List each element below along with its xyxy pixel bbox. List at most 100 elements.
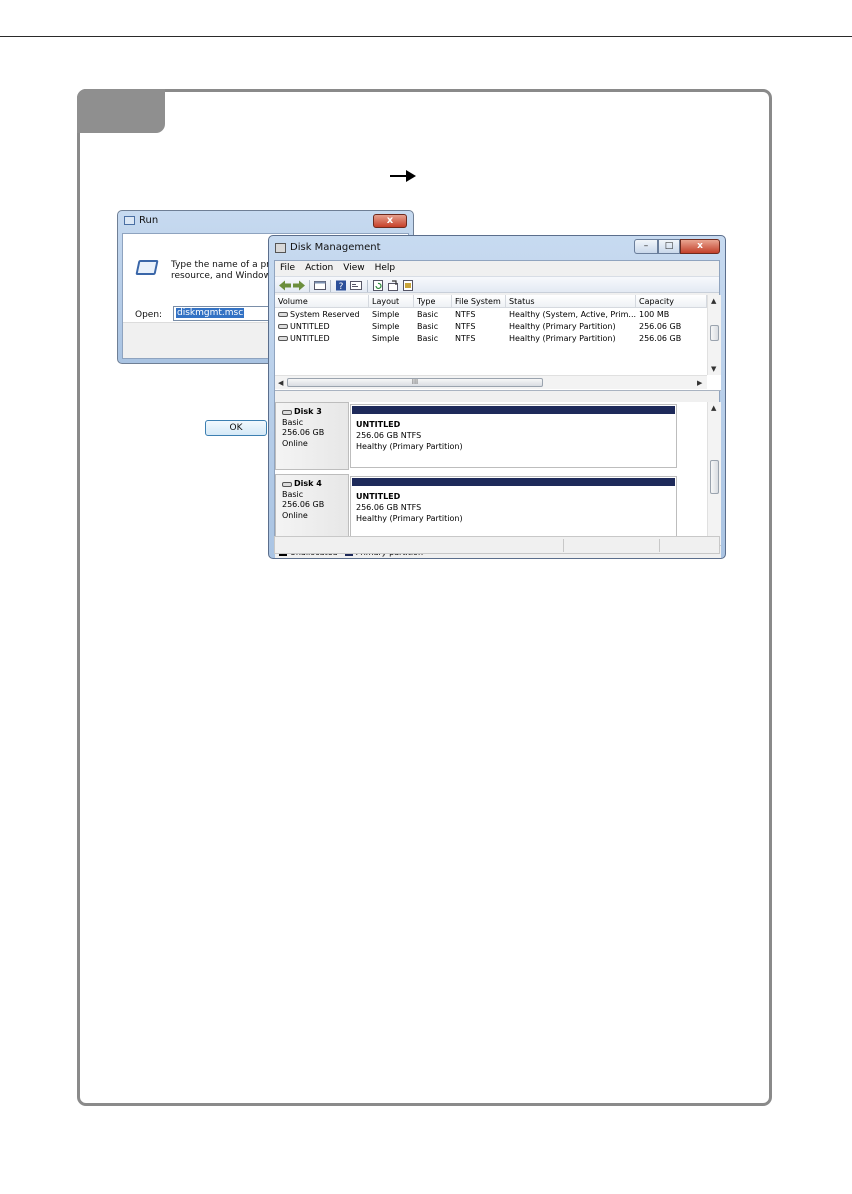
cell-volume-text: UNTITLED bbox=[290, 322, 330, 331]
disk-vertical-scrollbar[interactable]: ▲ ▼ bbox=[707, 402, 721, 545]
right-arrow-icon bbox=[390, 170, 416, 182]
cell-type: Basic bbox=[417, 322, 439, 331]
cell-type: Basic bbox=[417, 310, 439, 319]
partition-size: 256.06 GB NTFS bbox=[356, 503, 422, 512]
menu-action[interactable]: Action bbox=[300, 261, 338, 275]
cell-status: Healthy (System, Active, Prim... bbox=[509, 310, 636, 319]
close-button[interactable]: x bbox=[680, 239, 720, 254]
partition-block[interactable]: UNTITLED 256.06 GB NTFS Healthy (Primary… bbox=[350, 476, 677, 540]
disk-icon bbox=[282, 409, 292, 415]
minimize-button[interactable]: – bbox=[634, 239, 658, 254]
open-input-value: diskmgmt.msc bbox=[176, 308, 245, 318]
section-tab bbox=[77, 89, 165, 133]
column-volume[interactable]: Volume bbox=[275, 295, 369, 308]
drive-icon bbox=[278, 336, 288, 341]
run-close-button[interactable]: x bbox=[373, 214, 407, 228]
disk-name: Disk 3 bbox=[294, 407, 322, 416]
volume-row[interactable]: UNTITLED Simple Basic NTFS Healthy (Prim… bbox=[275, 333, 707, 345]
cell-capacity: 100 MB bbox=[639, 310, 670, 319]
partition-status: Healthy (Primary Partition) bbox=[356, 514, 463, 523]
dm-title-bar: Disk Management bbox=[275, 242, 381, 253]
disk-icon bbox=[282, 481, 292, 487]
cell-layout: Simple bbox=[372, 334, 400, 343]
toolbar-separator bbox=[309, 280, 310, 292]
scroll-down-icon[interactable]: ▼ bbox=[711, 365, 716, 373]
scroll-thumb[interactable] bbox=[710, 325, 719, 341]
partition-name: UNTITLED bbox=[356, 420, 401, 429]
cell-fs: NTFS bbox=[455, 322, 476, 331]
cell-status: Healthy (Primary Partition) bbox=[509, 322, 616, 331]
dm-title: Disk Management bbox=[290, 242, 381, 253]
ok-button[interactable]: OK bbox=[205, 420, 267, 436]
run-title: Run bbox=[139, 215, 159, 226]
disk-kind: Basic bbox=[282, 417, 304, 427]
open-label: Open: bbox=[135, 310, 163, 320]
menu-view[interactable]: View bbox=[338, 261, 369, 275]
toolbar-separator bbox=[330, 280, 331, 292]
back-arrow-icon[interactable] bbox=[279, 280, 291, 291]
column-type[interactable]: Type bbox=[414, 295, 452, 308]
disk-management-window: Disk Management – □ x File Action View H… bbox=[268, 235, 726, 559]
status-bar bbox=[274, 536, 720, 554]
console-tree-icon[interactable] bbox=[314, 280, 326, 291]
partition-bar bbox=[352, 406, 675, 414]
volume-row[interactable]: System Reserved Simple Basic NTFS Health… bbox=[275, 309, 707, 321]
partition-bar bbox=[352, 478, 675, 486]
disk-size: 256.06 GB bbox=[282, 428, 325, 437]
disk-name: Disk 4 bbox=[294, 479, 322, 488]
cell-status: Healthy (Primary Partition) bbox=[509, 334, 616, 343]
volume-vertical-scrollbar[interactable]: ▲ ▼ bbox=[707, 295, 721, 375]
cell-capacity: 256.06 GB bbox=[639, 322, 682, 331]
export-icon[interactable] bbox=[387, 280, 399, 291]
cell-layout: Simple bbox=[372, 322, 400, 331]
maximize-button[interactable]: □ bbox=[658, 239, 680, 254]
scroll-thumb[interactable] bbox=[710, 460, 719, 494]
volume-list-header: Volume Layout Type File System Status Ca… bbox=[275, 295, 707, 308]
column-capacity[interactable]: Capacity bbox=[636, 295, 707, 308]
column-layout[interactable]: Layout bbox=[369, 295, 414, 308]
volume-row[interactable]: UNTITLED Simple Basic NTFS Healthy (Prim… bbox=[275, 321, 707, 333]
scroll-left-icon[interactable]: ◀ bbox=[278, 379, 283, 387]
cell-type: Basic bbox=[417, 334, 439, 343]
horizontal-scroll-thumb[interactable]: III bbox=[287, 378, 543, 387]
volume-horizontal-scrollbar[interactable]: ◀ III ▶ bbox=[275, 375, 707, 389]
cell-volume-text: System Reserved bbox=[290, 310, 360, 319]
menu-file[interactable]: File bbox=[275, 261, 300, 275]
help-icon[interactable]: ? bbox=[335, 280, 347, 291]
partition-info: UNTITLED 256.06 GB NTFS Healthy (Primary… bbox=[356, 419, 463, 452]
partition-block[interactable]: UNTITLED 256.06 GB NTFS Healthy (Primary… bbox=[350, 404, 677, 468]
toolbar-separator bbox=[367, 280, 368, 292]
disk-label[interactable]: Disk 4 Basic 256.06 GB Online bbox=[275, 474, 349, 542]
refresh-icon[interactable] bbox=[372, 280, 384, 291]
run-icon bbox=[124, 216, 135, 225]
menu-help[interactable]: Help bbox=[370, 261, 401, 275]
cell-volume: System Reserved bbox=[275, 309, 369, 321]
drive-icon bbox=[278, 324, 288, 329]
partition-size: 256.06 GB NTFS bbox=[356, 431, 422, 440]
run-program-icon bbox=[135, 260, 159, 275]
forward-arrow-icon[interactable] bbox=[293, 280, 305, 291]
scroll-right-icon[interactable]: ▶ bbox=[697, 379, 702, 387]
drive-icon bbox=[278, 312, 288, 317]
disk-label[interactable]: Disk 3 Basic 256.06 GB Online bbox=[275, 402, 349, 470]
volume-list: Volume Layout Type File System Status Ca… bbox=[275, 295, 721, 391]
settings-icon[interactable] bbox=[402, 280, 414, 291]
top-rule bbox=[0, 36, 852, 37]
disk-management-icon bbox=[275, 242, 286, 253]
partition-status: Healthy (Primary Partition) bbox=[356, 442, 463, 451]
scroll-up-icon[interactable]: ▲ bbox=[711, 297, 716, 305]
status-separator bbox=[659, 539, 660, 552]
partition-info: UNTITLED 256.06 GB NTFS Healthy (Primary… bbox=[356, 491, 463, 524]
cell-volume-text: UNTITLED bbox=[290, 334, 330, 343]
column-status[interactable]: Status bbox=[506, 295, 636, 308]
dm-client-area: File Action View Help ? Volume Layout Ty… bbox=[274, 260, 721, 558]
disk-row: Disk 4 Basic 256.06 GB Online UNTITLED 2… bbox=[275, 474, 707, 542]
cell-volume: UNTITLED bbox=[275, 333, 369, 345]
disk-view: Disk 3 Basic 256.06 GB Online UNTITLED 2… bbox=[275, 402, 721, 545]
cell-layout: Simple bbox=[372, 310, 400, 319]
cell-fs: NTFS bbox=[455, 310, 476, 319]
column-file-system[interactable]: File System bbox=[452, 295, 506, 308]
scroll-up-icon[interactable]: ▲ bbox=[711, 404, 716, 412]
cell-volume: UNTITLED bbox=[275, 321, 369, 333]
properties-icon[interactable] bbox=[350, 280, 362, 291]
